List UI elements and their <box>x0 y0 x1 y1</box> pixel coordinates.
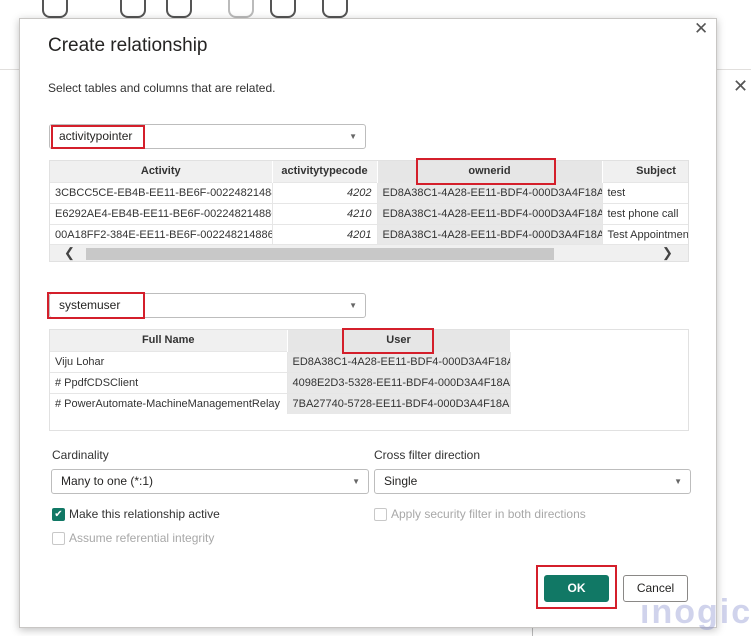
table1-preview: Activity activitytypecode ownerid Subjec… <box>49 160 689 262</box>
cell: test phone call <box>602 202 688 224</box>
ribbon-icon[interactable] <box>228 0 254 18</box>
cell: 00A18FF2-384E-EE11-BE6F-002248214886 <box>50 223 273 245</box>
cell: ED8A38C1-4A28-EE11-BDF4-000D3A4F18AE <box>377 202 603 224</box>
referential-label: Assume referential integrity <box>69 531 215 545</box>
scroll-right-icon[interactable]: ❯ <box>662 245 673 261</box>
cell: Viju Lohar <box>50 350 288 372</box>
crossfilter-value: Single <box>384 474 418 488</box>
table-row: E6292AE4-EB4B-EE11-BE6F-002248214886 4210… <box>50 202 688 224</box>
ribbon-icon[interactable] <box>270 0 296 18</box>
table-row: # PpdfCDSClient 4098E2D3-5328-EE11-BDF4-0… <box>50 371 511 393</box>
column-header[interactable]: Full Name <box>50 330 288 351</box>
panel-close-icon[interactable]: ✕ <box>733 76 748 97</box>
cancel-button[interactable]: Cancel <box>623 575 688 602</box>
highlight-box <box>416 158 556 185</box>
dialog-subtitle: Select tables and columns that are relat… <box>48 81 276 95</box>
crossfilter-select[interactable]: Single ▼ <box>374 469 691 494</box>
column-header[interactable]: Subject <box>602 161 688 182</box>
cell: ED8A38C1-4A28-EE11-BDF4-000D3A4F18AE <box>377 181 603 203</box>
cell: 4098E2D3-5328-EE11-BDF4-000D3A4F18AE <box>287 371 511 393</box>
column-header[interactable]: Activity <box>50 161 273 182</box>
cell: # PowerAutomate-MachineManagementRelay <box>50 392 288 414</box>
cell: ED8A38C1-4A28-EE11-BDF4-000D3A4F18AE <box>287 350 511 372</box>
cell: Test Appointment <box>602 223 688 245</box>
close-icon[interactable]: ✕ <box>694 19 708 39</box>
active-label: Make this relationship active <box>69 507 220 521</box>
ribbon-icon[interactable] <box>120 0 146 18</box>
cell: test <box>602 181 688 203</box>
scroll-left-icon[interactable]: ❮ <box>64 245 75 261</box>
security-label: Apply security filter in both directions <box>391 507 586 521</box>
security-checkbox[interactable] <box>374 508 387 521</box>
table-row: 3CBCC5CE-EB4B-EE11-BE6F-002248214886 4202… <box>50 181 688 203</box>
horizontal-scrollbar[interactable]: ❮ ❯ <box>50 244 688 261</box>
cell: E6292AE4-EB4B-EE11-BE6F-002248214886 <box>50 202 273 224</box>
active-checkbox[interactable]: ✔ <box>52 508 65 521</box>
referential-checkbox[interactable] <box>52 532 65 545</box>
dialog-title: Create relationship <box>48 35 208 56</box>
create-relationship-dialog: Create relationship ✕ Select tables and … <box>19 18 750 631</box>
table-row: # PowerAutomate-MachineManagementRelay 7B… <box>50 392 511 414</box>
chevron-down-icon: ▼ <box>352 477 360 486</box>
cell: ED8A38C1-4A28-EE11-BDF4-000D3A4F18AE <box>377 223 603 245</box>
cardinality-label: Cardinality <box>52 448 109 462</box>
cell: 7BA27740-5728-EE11-BDF4-000D3A4F18AE <box>287 392 511 414</box>
highlight-box <box>51 125 145 149</box>
crossfilter-label: Cross filter direction <box>374 448 481 462</box>
ribbon-icon[interactable] <box>322 0 348 18</box>
table-row: 00A18FF2-384E-EE11-BE6F-002248214886 4201… <box>50 223 688 245</box>
cell: # PpdfCDSClient <box>50 371 288 393</box>
ok-button[interactable]: OK <box>544 575 609 602</box>
chevron-down-icon: ▼ <box>349 301 357 310</box>
scrollbar-thumb[interactable] <box>86 248 554 260</box>
highlight-box <box>342 328 434 354</box>
highlight-box <box>47 292 145 319</box>
cardinality-select[interactable]: Many to one (*:1) ▼ <box>51 469 369 494</box>
cell: 4210 <box>272 202 378 224</box>
cell: 4202 <box>272 181 378 203</box>
cardinality-value: Many to one (*:1) <box>61 474 154 488</box>
ribbon-icon[interactable] <box>166 0 192 18</box>
chevron-down-icon: ▼ <box>349 132 357 141</box>
cell: 4201 <box>272 223 378 245</box>
chevron-down-icon: ▼ <box>674 477 682 486</box>
column-header[interactable]: activitytypecode <box>272 161 378 182</box>
ribbon-icon[interactable] <box>42 0 68 18</box>
table-row: Viju Lohar ED8A38C1-4A28-EE11-BDF4-000D3A… <box>50 350 511 372</box>
cell: 3CBCC5CE-EB4B-EE11-BE6F-002248214886 <box>50 181 273 203</box>
